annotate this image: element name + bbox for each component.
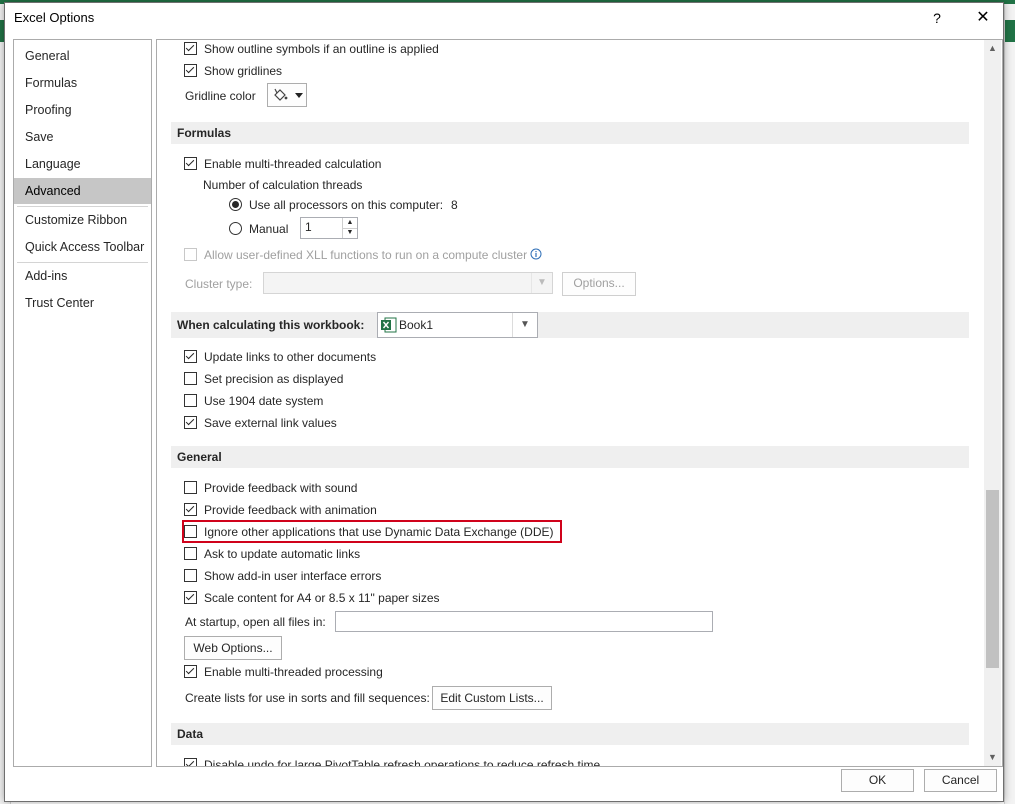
option-label: Provide feedback with animation	[204, 503, 377, 517]
processor-count: 8	[451, 198, 458, 212]
radio-button[interactable]	[229, 222, 242, 235]
checkbox[interactable]	[184, 569, 197, 582]
options-content-panel: Show outline symbols if an outline is ap…	[156, 39, 1003, 767]
option-label: Enable multi-threaded calculation	[204, 157, 382, 171]
section-formulas: Formulas	[171, 122, 969, 144]
option-label: Enable multi-threaded processing	[204, 665, 383, 679]
sidebar-item-language[interactable]: Language	[14, 151, 151, 177]
sidebar: General Formulas Proofing Save Language …	[13, 39, 152, 767]
calculation-threads-label: Number of calculation threads	[203, 178, 363, 192]
checkbox[interactable]	[184, 547, 197, 560]
option-label: Manual	[249, 222, 289, 236]
checkbox[interactable]	[184, 394, 197, 407]
sidebar-item-formulas[interactable]: Formulas	[14, 70, 151, 96]
close-button[interactable]: ✕	[969, 6, 997, 30]
sidebar-item-add-ins[interactable]: Add-ins	[14, 263, 151, 289]
checkbox[interactable]	[184, 481, 197, 494]
highlight-annotation	[182, 520, 562, 543]
title-bar: Excel Options ? ✕	[5, 3, 1003, 33]
option-label: Set precision as displayed	[204, 372, 344, 386]
vertical-scrollbar[interactable]: ▲ ▼	[984, 40, 1001, 766]
option-label: Scale content for A4 or 8.5 x 11" paper …	[204, 591, 440, 605]
option-label: Save external link values	[204, 416, 337, 430]
startup-folder-label: At startup, open all files in:	[185, 615, 326, 629]
scrollbar-thumb[interactable]	[986, 490, 999, 668]
section-data: Data	[171, 723, 969, 745]
option-label: Show outline symbols if an outline is ap…	[204, 42, 439, 56]
info-icon	[530, 248, 542, 260]
edit-custom-lists-button[interactable]: Edit Custom Lists...	[432, 686, 552, 710]
stepper-down-icon[interactable]: ▼	[342, 228, 357, 238]
option-label: Show add-in user interface errors	[204, 569, 382, 583]
sidebar-item-trust-center[interactable]: Trust Center	[14, 290, 151, 316]
help-button[interactable]: ?	[925, 6, 949, 30]
gridline-color-picker[interactable]	[267, 83, 307, 107]
option-label: Allow user-defined XLL functions to run …	[204, 248, 528, 262]
workbook-select-dropdown[interactable]: Book1 ▼	[377, 312, 538, 338]
chevron-down-icon: ▼	[531, 273, 552, 293]
option-label: Use 1904 date system	[204, 394, 324, 408]
ok-button[interactable]: OK	[841, 769, 914, 792]
sidebar-item-save[interactable]: Save	[14, 124, 151, 150]
dialog-title: Excel Options	[14, 10, 95, 25]
startup-folder-input[interactable]	[335, 611, 713, 632]
sidebar-item-quick-access-toolbar[interactable]: Quick Access Toolbar	[14, 234, 151, 260]
manual-threads-value: 1	[305, 220, 312, 234]
checkbox[interactable]	[184, 42, 197, 55]
cluster-options-button[interactable]: Options...	[562, 272, 636, 296]
radio-button[interactable]	[229, 198, 242, 211]
cancel-button[interactable]: Cancel	[924, 769, 997, 792]
custom-lists-label: Create lists for use in sorts and fill s…	[185, 691, 430, 705]
checkbox[interactable]	[184, 591, 197, 604]
option-label: Ask to update automatic links	[204, 547, 361, 561]
cluster-type-dropdown[interactable]: ▼	[263, 272, 553, 294]
chevron-down-icon	[295, 93, 303, 98]
checkbox[interactable]	[184, 350, 197, 363]
sidebar-item-general[interactable]: General	[14, 43, 151, 69]
excel-tab-right	[1005, 20, 1015, 42]
option-label: Provide feedback with sound	[204, 481, 358, 495]
checkbox[interactable]	[184, 248, 197, 261]
checkbox[interactable]	[184, 503, 197, 516]
paint-bucket-icon	[274, 88, 288, 101]
checkbox[interactable]	[184, 665, 197, 678]
checkbox[interactable]	[184, 416, 197, 429]
checkbox[interactable]	[184, 157, 197, 170]
sidebar-item-proofing[interactable]: Proofing	[14, 97, 151, 123]
option-label: Use all processors on this computer:	[249, 198, 444, 212]
section-general: General	[171, 446, 969, 468]
sidebar-item-customize-ribbon[interactable]: Customize Ribbon	[14, 207, 151, 233]
manual-threads-stepper[interactable]: 1 ▲ ▼	[300, 217, 358, 239]
web-options-button[interactable]: Web Options...	[184, 636, 282, 660]
workbook-name: Book1	[399, 318, 434, 332]
excel-options-dialog: Excel Options ? ✕ General Formulas Proof…	[4, 2, 1004, 802]
section-workbook-calculation: When calculating this workbook:	[171, 312, 969, 338]
sidebar-item-advanced[interactable]: Advanced	[14, 178, 151, 204]
chevron-down-icon: ▼	[512, 313, 537, 337]
option-label: Update links to other documents	[204, 350, 377, 364]
option-label: Show gridlines	[204, 64, 283, 78]
checkbox[interactable]	[184, 758, 197, 766]
checkbox[interactable]	[184, 372, 197, 385]
option-label: Disable undo for large PivotTable refres…	[204, 758, 601, 767]
excel-file-icon	[381, 317, 397, 333]
gridline-color-label: Gridline color	[185, 89, 256, 103]
checkbox[interactable]	[184, 64, 197, 77]
scroll-down-icon[interactable]: ▼	[984, 749, 1001, 766]
scroll-up-icon[interactable]: ▲	[984, 40, 1001, 57]
excel-right-edge	[1004, 4, 1015, 804]
options-scroll-area: Show outline symbols if an outline is ap…	[157, 40, 984, 766]
cluster-type-label: Cluster type:	[185, 277, 253, 291]
